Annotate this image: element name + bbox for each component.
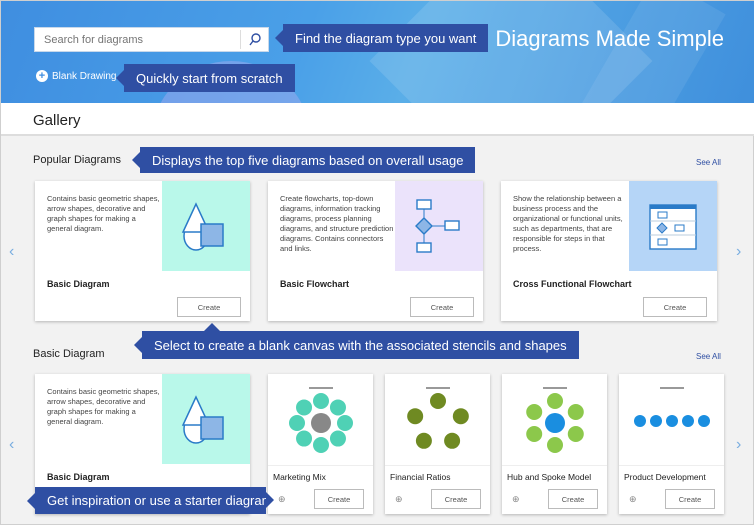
search-input[interactable]	[35, 28, 240, 51]
blank-drawing-label: Blank Drawing	[52, 70, 117, 82]
zoom-preview-icon[interactable]: ⊕	[512, 494, 520, 505]
create-button[interactable]: Create	[431, 489, 481, 509]
zoom-preview-icon[interactable]: ⊕	[629, 494, 637, 505]
card-basic-flowchart[interactable]: Create flowcharts, top-down diagrams, in…	[268, 181, 483, 321]
tooltip-search: Find the diagram type you want	[274, 24, 489, 52]
diagram-node	[312, 392, 329, 409]
card-description: Contains basic geometric shapes, arrow s…	[47, 194, 160, 233]
diagram-node	[336, 414, 353, 431]
diagram-node	[665, 414, 678, 427]
diagram-node	[288, 414, 305, 431]
template-card[interactable]: Marketing Mix ⊕ Create	[268, 374, 373, 514]
create-button[interactable]: Create	[548, 489, 598, 509]
gallery-bar: Gallery	[1, 103, 754, 136]
template-title: Hub and Spoke Model	[507, 472, 592, 482]
template-thumbnail	[268, 374, 373, 466]
header-banner: Find the diagram type you want Diagrams …	[1, 1, 754, 103]
template-thumbnail	[619, 374, 724, 466]
card-cross-functional-flowchart[interactable]: Show the relationship between a business…	[501, 181, 717, 321]
card-description: Show the relationship between a business…	[513, 194, 623, 253]
diagram-node	[329, 430, 346, 447]
zoom-preview-icon[interactable]: ⊕	[395, 494, 403, 505]
chevron-right-icon[interactable]: ›	[736, 436, 741, 454]
diagram-node	[329, 398, 346, 415]
tooltip-popular: Displays the top five diagrams based on …	[131, 147, 476, 173]
create-button[interactable]: Create	[177, 297, 241, 317]
see-all-popular-link[interactable]: See All	[696, 158, 721, 167]
diagram-node	[295, 398, 312, 415]
page-title: Gallery	[33, 112, 81, 129]
diagram-node	[312, 436, 329, 453]
section-title-popular: Popular Diagrams	[33, 154, 122, 166]
template-title: Marketing Mix	[273, 472, 326, 482]
create-button[interactable]: Create	[410, 297, 474, 317]
diagram-node	[546, 392, 563, 409]
tooltip-create: Select to create a blank canvas with the…	[134, 323, 579, 359]
section-title-basic: Basic Diagram	[33, 348, 105, 360]
blank-drawing-button[interactable]: + Blank Drawing	[36, 70, 116, 82]
tooltip-text: Select to create a blank canvas with the…	[154, 337, 567, 353]
diagram-center-node	[544, 412, 565, 433]
chevron-right-icon[interactable]: ›	[736, 243, 741, 261]
create-button[interactable]: Create	[665, 489, 715, 509]
card-title: Basic Diagram	[47, 279, 110, 289]
template-thumbnail	[502, 374, 607, 466]
tooltip-pointer	[204, 323, 220, 331]
flowchart-icon	[395, 181, 483, 271]
diagram-node	[546, 436, 563, 453]
diagram-node	[406, 407, 423, 424]
template-card[interactable]: Financial Ratios ⊕ Create	[385, 374, 490, 514]
tooltip-pointer	[266, 492, 274, 508]
create-button[interactable]: Create	[643, 297, 707, 317]
diagram-node	[443, 432, 460, 449]
basic-shapes-icon	[162, 374, 250, 464]
diagram-center-node	[310, 412, 331, 433]
search-box	[34, 27, 269, 52]
card-title: Cross Functional Flowchart	[513, 279, 632, 289]
card-title: Basic Flowchart	[280, 279, 350, 289]
banner-title: Diagrams Made Simple	[495, 26, 724, 51]
diagram-node	[525, 425, 542, 442]
tooltip-templates: Get inspiration or use a starter diagram	[27, 487, 274, 514]
swimlane-icon	[629, 181, 717, 271]
search-button[interactable]	[240, 30, 268, 49]
diagram-node	[697, 414, 710, 427]
diagram-node	[681, 414, 694, 427]
zoom-preview-icon[interactable]: ⊕	[278, 494, 286, 505]
template-title: Product Development	[624, 472, 706, 482]
plus-icon: +	[36, 70, 48, 82]
card-title: Basic Diagram	[47, 472, 110, 482]
template-title: Financial Ratios	[390, 472, 451, 482]
search-icon	[248, 33, 261, 46]
see-all-basic-link[interactable]: See All	[696, 352, 721, 361]
card-description: Contains basic geometric shapes, arrow s…	[47, 387, 160, 426]
template-card[interactable]: Hub and Spoke Model ⊕ Create	[502, 374, 607, 514]
diagram-node	[452, 407, 469, 424]
create-button[interactable]: Create	[314, 489, 364, 509]
diagram-node	[295, 430, 312, 447]
tooltip-blank: Quickly start from scratch	[116, 64, 295, 92]
template-thumbnail	[385, 374, 490, 466]
template-card[interactable]: Product Development ⊕ Create	[619, 374, 724, 514]
diagram-node	[649, 414, 662, 427]
card-basic-diagram[interactable]: Contains basic geometric shapes, arrow s…	[35, 181, 250, 321]
chevron-left-icon[interactable]: ‹	[9, 436, 14, 454]
basic-shapes-icon	[162, 181, 250, 271]
diagram-node	[633, 414, 646, 427]
diagram-node	[567, 425, 584, 442]
diagram-node	[567, 403, 584, 420]
diagram-node	[415, 432, 432, 449]
card-description: Create flowcharts, top-down diagrams, in…	[280, 194, 394, 253]
diagram-node	[429, 392, 446, 409]
chevron-left-icon[interactable]: ‹	[9, 243, 14, 261]
tooltip-text: Get inspiration or use a starter diagram	[47, 493, 273, 508]
diagram-node	[525, 403, 542, 420]
